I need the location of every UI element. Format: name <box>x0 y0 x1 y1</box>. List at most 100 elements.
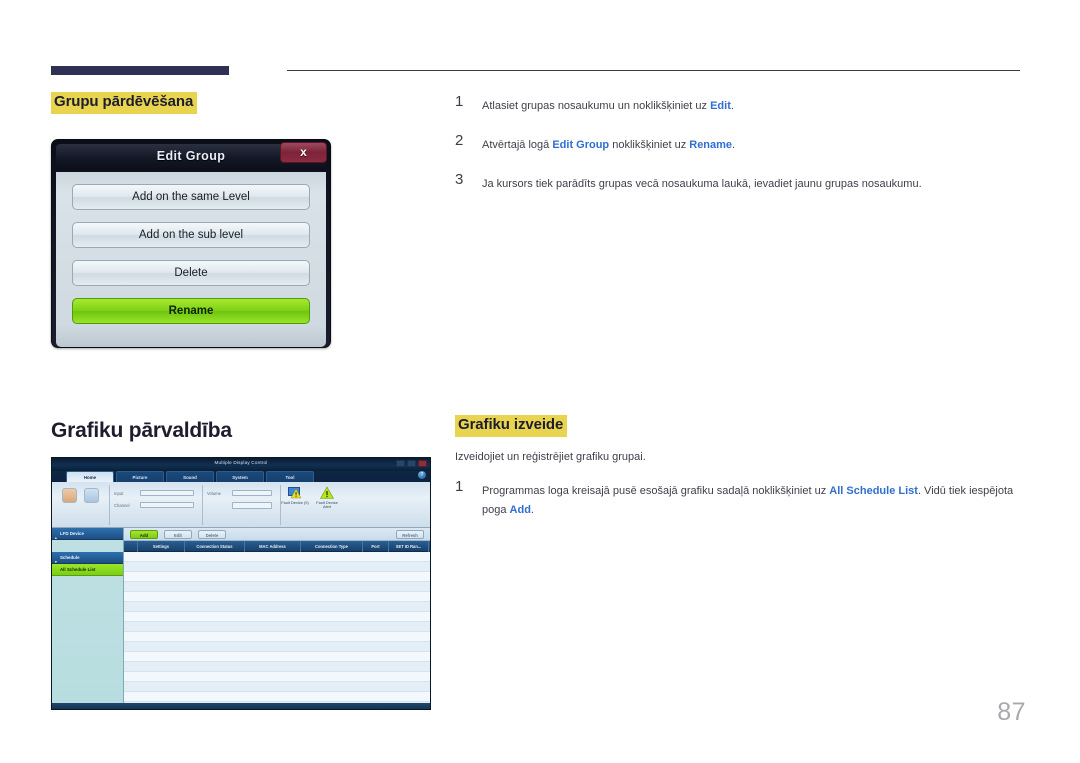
tab-sound[interactable]: Sound <box>166 471 214 482</box>
help-icon[interactable]: ? <box>418 471 426 479</box>
col-set-id-range[interactable]: SET ID Ran... <box>389 541 429 552</box>
section-heading-schedule: Grafiku pārvaldība <box>51 419 232 442</box>
add-button[interactable]: Add <box>130 530 158 539</box>
col-detected-devices[interactable]: Detected Devices <box>429 541 430 552</box>
step-number: 2 <box>455 131 464 149</box>
app-toolbar: Add Edit Delete Refresh <box>124 528 430 541</box>
table-row[interactable] <box>124 612 430 622</box>
step-number: 3 <box>455 170 464 188</box>
fault-device-label: Fault Device (0) <box>281 500 309 505</box>
ribbon-label-channel: Channel <box>114 503 130 508</box>
table-row[interactable] <box>124 632 430 642</box>
power-off-icon[interactable] <box>84 488 99 503</box>
app-main-panel: Add Edit Delete Refresh Settings Connect… <box>124 528 430 709</box>
ui-term: All Schedule List <box>829 484 918 497</box>
step-number: 1 <box>455 477 464 495</box>
ribbon-divider <box>202 485 203 525</box>
app-ribbon: Input Channel Volume Fault Device (0) Fa… <box>52 482 430 528</box>
col-connection-status[interactable]: Connection Status <box>185 541 245 552</box>
table-row[interactable] <box>124 562 430 572</box>
app-window-title: Multiple Display Control <box>214 460 268 465</box>
col-connection-type[interactable]: Connection Type <box>301 541 363 552</box>
add-same-level-button[interactable]: Add on the same Level <box>72 184 310 210</box>
table-row[interactable] <box>124 572 430 582</box>
table-row[interactable] <box>124 592 430 602</box>
window-controls <box>396 460 427 467</box>
tab-picture[interactable]: Picture <box>116 471 164 482</box>
ui-term: Rename <box>689 138 733 151</box>
tab-system[interactable]: System <box>216 471 264 482</box>
table-row[interactable] <box>124 552 430 562</box>
close-icon[interactable] <box>418 460 427 467</box>
section-subheading-create-schedule: Grafiku izveide <box>455 415 568 437</box>
edit-button[interactable]: Edit <box>164 530 192 539</box>
step-number: 1 <box>455 93 464 110</box>
add-sub-level-button[interactable]: Add on the sub level <box>72 222 310 248</box>
sidebar-item-lfd-device[interactable]: ▴ LFD Device <box>52 528 123 540</box>
step-1: 1 Atlasiet grupas nosaukumu un noklikšķi… <box>455 93 1021 115</box>
ribbon-label-input: Input <box>114 491 124 496</box>
page-number: 87 <box>997 698 1026 726</box>
ui-term: Add <box>509 503 531 516</box>
dialog-body: Add on the same Level Add on the sub lev… <box>56 172 326 347</box>
header-rule-thick <box>51 66 229 75</box>
sidebar-item-label: All Schedule List <box>60 567 96 572</box>
col-mac-address[interactable]: MAC Address <box>245 541 301 552</box>
minimize-icon[interactable] <box>396 460 405 467</box>
sidebar-item-label: Schedule <box>60 555 80 560</box>
fault-device-icon[interactable]: Fault Device (0) <box>281 486 309 505</box>
app-sidebar: ▴ LFD Device ▾ Schedule All Schedule Lis… <box>52 528 124 709</box>
ribbon-divider <box>109 485 110 525</box>
left-column: Grupu pārdēvēšana <box>51 92 431 114</box>
tab-home[interactable]: Home <box>66 471 114 482</box>
table-row[interactable] <box>124 602 430 612</box>
schedule-step-1: 1 Programmas loga kreisajā pusē esošajā … <box>455 477 1021 519</box>
dialog-titlebar: Edit Group x <box>56 142 327 170</box>
mdc-application-screenshot: Multiple Display Control Home Picture So… <box>51 457 431 710</box>
input-select[interactable] <box>140 490 194 496</box>
section-heading-rename: Grupu pārdēvēšana <box>51 92 198 114</box>
table-row[interactable] <box>124 672 430 682</box>
page-header-rule <box>51 66 1020 78</box>
table-row[interactable] <box>124 582 430 592</box>
refresh-button[interactable]: Refresh <box>396 530 424 539</box>
channel-select[interactable] <box>140 502 194 508</box>
fault-device-alert-icon[interactable]: Fault Device Alert <box>316 486 338 509</box>
sidebar-item-schedule[interactable]: ▾ Schedule <box>52 552 123 564</box>
table-row[interactable] <box>124 682 430 692</box>
table-row[interactable] <box>124 642 430 652</box>
table-body <box>124 552 430 709</box>
step-2: 2 Atvērtajā logā Edit Group noklikšķinie… <box>455 131 1021 154</box>
app-content: ▴ LFD Device ▾ Schedule All Schedule Lis… <box>52 528 430 709</box>
delete-button[interactable]: Delete <box>72 260 310 286</box>
rename-button[interactable]: Rename <box>72 298 310 324</box>
table-row[interactable] <box>124 622 430 632</box>
header-rule-thin <box>287 70 1020 71</box>
table-row[interactable] <box>124 662 430 672</box>
sidebar-item-label: LFD Device <box>60 531 84 536</box>
step-3: 3 Ja kursors tiek parādīts grupas vecā n… <box>455 170 1021 193</box>
sidebar-item-all-schedule-list[interactable]: All Schedule List <box>52 564 123 576</box>
fault-device-alert-label: Fault Device Alert <box>316 500 338 510</box>
col-settings[interactable]: Settings <box>138 541 185 552</box>
edit-group-dialog: Edit Group x Add on the same Level Add o… <box>51 139 331 348</box>
ui-term: Edit <box>710 100 731 112</box>
app-titlebar: Multiple Display Control <box>52 458 430 471</box>
power-on-icon[interactable] <box>62 488 77 503</box>
maximize-icon[interactable] <box>407 460 416 467</box>
chevron-up-icon: ▴ <box>55 536 57 540</box>
tab-tool[interactable]: Tool <box>266 471 314 482</box>
table-row[interactable] <box>124 652 430 662</box>
ui-term: Edit Group <box>552 138 610 151</box>
step-text: Ja kursors tiek parādīts grupas vecā nos… <box>482 177 922 190</box>
table-row[interactable] <box>124 692 430 702</box>
col-port[interactable]: Port <box>363 541 389 552</box>
close-icon[interactable]: x <box>280 142 327 163</box>
schedule-creation-block: Grafiku izveide Izveidojiet un reģistrēj… <box>455 415 1021 519</box>
volume-select[interactable] <box>232 490 272 496</box>
step-text: Atvērtajā logā Edit Group noklikšķiniet … <box>482 138 736 151</box>
delete-button[interactable]: Delete <box>198 530 226 539</box>
step-text: Programmas loga kreisajā pusē esošajā gr… <box>482 484 1014 516</box>
mute-button[interactable] <box>232 502 272 509</box>
select-all-checkbox[interactable] <box>124 541 138 552</box>
